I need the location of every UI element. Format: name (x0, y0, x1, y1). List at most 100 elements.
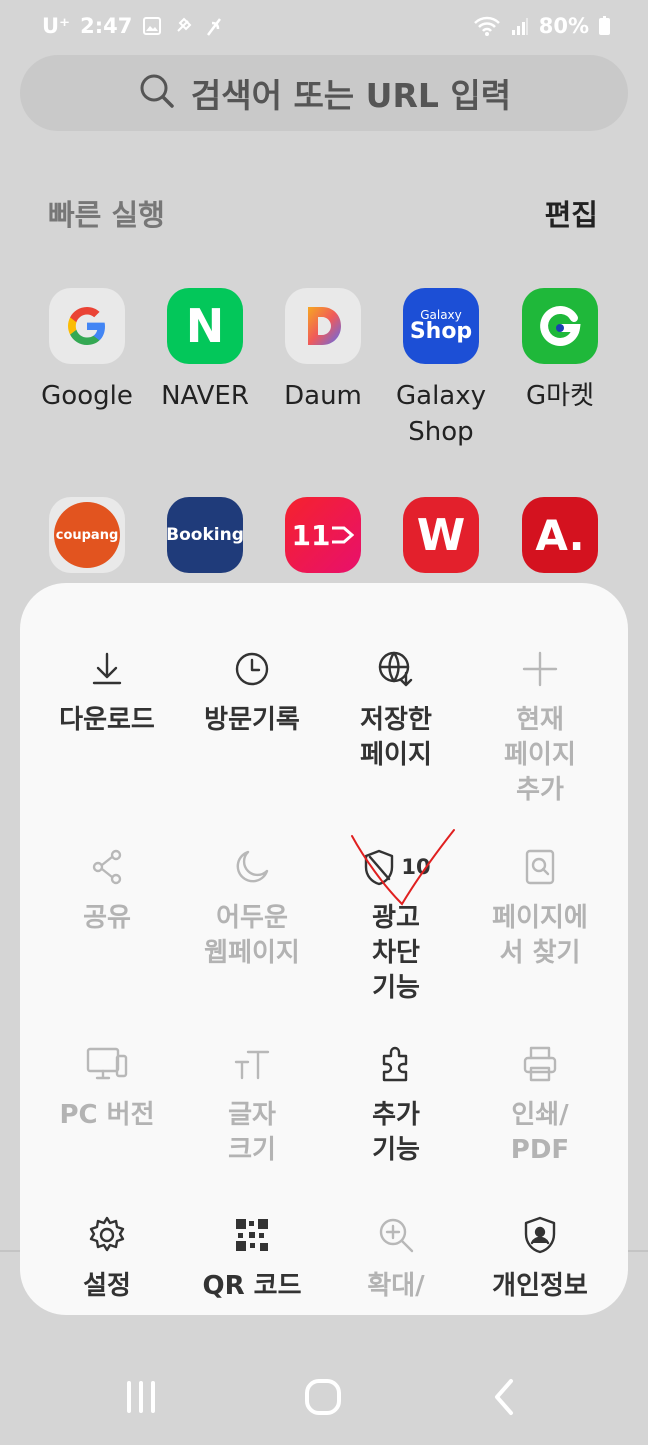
menu-item-label: 페이지에 서 찾기 (492, 903, 588, 968)
menu-item-add-ons[interactable]: 추가 기능 (324, 1040, 468, 1168)
menu-item-label: 공유 (83, 903, 131, 933)
menu-item-privacy[interactable]: 개인정보 (468, 1211, 612, 1304)
menu-item-label: PC 버전 (59, 1100, 155, 1130)
galaxy-shop-logo-icon: Galaxy Shop (403, 288, 479, 364)
tile-label: G마켓 (526, 381, 594, 411)
menu-item-label: 설정 (83, 1271, 131, 1301)
back-icon (495, 1379, 513, 1415)
menu-item-dark-mode[interactable]: 어두운 웹페이지 (180, 843, 324, 971)
menu-item-label: 개인정보 (492, 1271, 588, 1301)
ad-block-icon: 10 (324, 843, 468, 891)
menu-item-find-in-page[interactable]: 페이지에 서 찾기 (468, 843, 612, 971)
qr-code-icon (180, 1211, 324, 1259)
menu-item-saved-pages[interactable]: 저장한 페이지 (324, 645, 468, 773)
11st-logo-icon: 11 (285, 497, 361, 573)
status-bar: U⁺ 2:47 80% (0, 0, 648, 52)
quick-tile-coupang[interactable]: coupang (29, 497, 145, 573)
11st-logo-text: 11 (291, 518, 331, 552)
quick-tile-wemakeprice[interactable]: W (383, 497, 499, 573)
battery-icon (599, 15, 610, 35)
zoom-icon (324, 1211, 468, 1259)
home-button[interactable] (293, 1375, 353, 1419)
menu-item-label: 저장한 페이지 (360, 705, 432, 770)
app-notification-icon (204, 15, 224, 37)
gallery-notification-icon (142, 16, 162, 36)
menu-item-label: 방문기록 (204, 705, 300, 735)
auction-logo-text: A. (535, 510, 585, 560)
menu-item-text-size[interactable]: 글자 크기 (180, 1040, 324, 1168)
add-ons-icon (324, 1040, 468, 1088)
menu-item-label: 다운로드 (59, 705, 155, 735)
menu-item-label: 추가 기능 (372, 1100, 420, 1165)
wifi-icon (473, 15, 501, 37)
daum-logo-icon (285, 288, 361, 364)
menu-item-add-page[interactable]: 현재 페이지 추가 (468, 645, 612, 808)
history-icon (180, 645, 324, 693)
gmarket-logo-icon (522, 288, 598, 364)
text-size-icon (180, 1040, 324, 1088)
dark-mode-icon (180, 843, 324, 891)
search-icon (137, 71, 177, 115)
home-icon (305, 1379, 341, 1415)
settings-icon (35, 1211, 179, 1259)
clock: 2:47 (80, 14, 133, 38)
tile-label: NAVER (161, 381, 249, 411)
galaxy-shop-logo-bottom: Shop (409, 319, 473, 344)
search-input[interactable]: 검색어 또는 URL 입력 (191, 69, 511, 117)
menu-item-print-pdf[interactable]: 인쇄/ PDF (468, 1040, 612, 1168)
carrier-label: U⁺ (42, 14, 71, 38)
menu-item-ad-block[interactable]: 10 광고 차단 기능 (324, 843, 468, 1006)
menu-item-label: 광고 차단 기능 (372, 903, 420, 1003)
recent-apps-icon (127, 1381, 155, 1413)
battery-percent: 80% (538, 14, 589, 38)
privacy-icon (468, 1211, 612, 1259)
tile-label: Galaxy Shop (395, 381, 486, 447)
quick-tile-naver[interactable]: N NAVER (147, 288, 263, 414)
share-icon (35, 843, 179, 891)
ad-block-count: 10 (401, 855, 431, 879)
quick-tile-galaxy-shop[interactable]: Galaxy Shop Galaxy Shop (383, 288, 499, 450)
menu-item-share[interactable]: 공유 (35, 843, 179, 936)
quick-tile-booking[interactable]: Booking (147, 497, 263, 573)
tile-label: Google (41, 381, 133, 411)
quick-tile-gmarket[interactable]: G마켓 (502, 288, 618, 414)
browser-menu-panel: 다운로드 방문기록 저장한 페이지 현재 페이지 추가 공유 어두운 웹페이지 (20, 583, 628, 1315)
back-button[interactable] (475, 1375, 535, 1419)
quick-tile-11st[interactable]: 11 (265, 497, 381, 573)
quick-tile-google[interactable]: Google (29, 288, 145, 414)
edit-button[interactable]: 편집 (545, 192, 598, 234)
coupang-logo-icon: coupang (49, 497, 125, 573)
auction-logo-icon: A. (522, 497, 598, 573)
menu-item-label: 현재 페이지 추가 (504, 705, 576, 805)
find-in-page-icon (468, 843, 612, 891)
coupang-logo-text: coupang (54, 502, 120, 568)
menu-item-history[interactable]: 방문기록 (180, 645, 324, 738)
pin-notification-icon (172, 15, 194, 37)
tile-label: Daum (284, 381, 362, 411)
recent-apps-button[interactable] (111, 1375, 171, 1419)
booking-logo-icon: Booking (167, 497, 243, 573)
google-logo-icon (49, 288, 125, 364)
quick-tile-auction[interactable]: A. (502, 497, 618, 573)
system-navigation-bar (0, 1355, 648, 1435)
menu-item-settings[interactable]: 설정 (35, 1211, 179, 1304)
menu-item-desktop-version[interactable]: PC 버전 (35, 1040, 179, 1133)
menu-item-zoom[interactable]: 확대/ (324, 1211, 468, 1304)
menu-item-downloads[interactable]: 다운로드 (35, 645, 179, 738)
naver-logo-icon: N (167, 288, 243, 364)
wemakeprice-logo-icon: W (403, 497, 479, 573)
menu-item-label: 인쇄/ PDF (510, 1100, 570, 1165)
menu-item-qr-code[interactable]: QR 코드 (180, 1211, 324, 1304)
wemakeprice-logo-text: W (416, 509, 466, 561)
saved-pages-icon (324, 645, 468, 693)
menu-item-label: QR 코드 (202, 1271, 302, 1301)
signal-icon (511, 16, 529, 36)
add-icon (468, 645, 612, 693)
desktop-icon (35, 1040, 179, 1088)
menu-item-label: 글자 크기 (228, 1100, 276, 1165)
quick-tile-daum[interactable]: Daum (265, 288, 381, 414)
print-icon (468, 1040, 612, 1088)
quick-access-title: 빠른 실행 (48, 198, 165, 232)
menu-item-label: 확대/ (367, 1271, 425, 1301)
search-bar[interactable]: 검색어 또는 URL 입력 (20, 55, 628, 131)
